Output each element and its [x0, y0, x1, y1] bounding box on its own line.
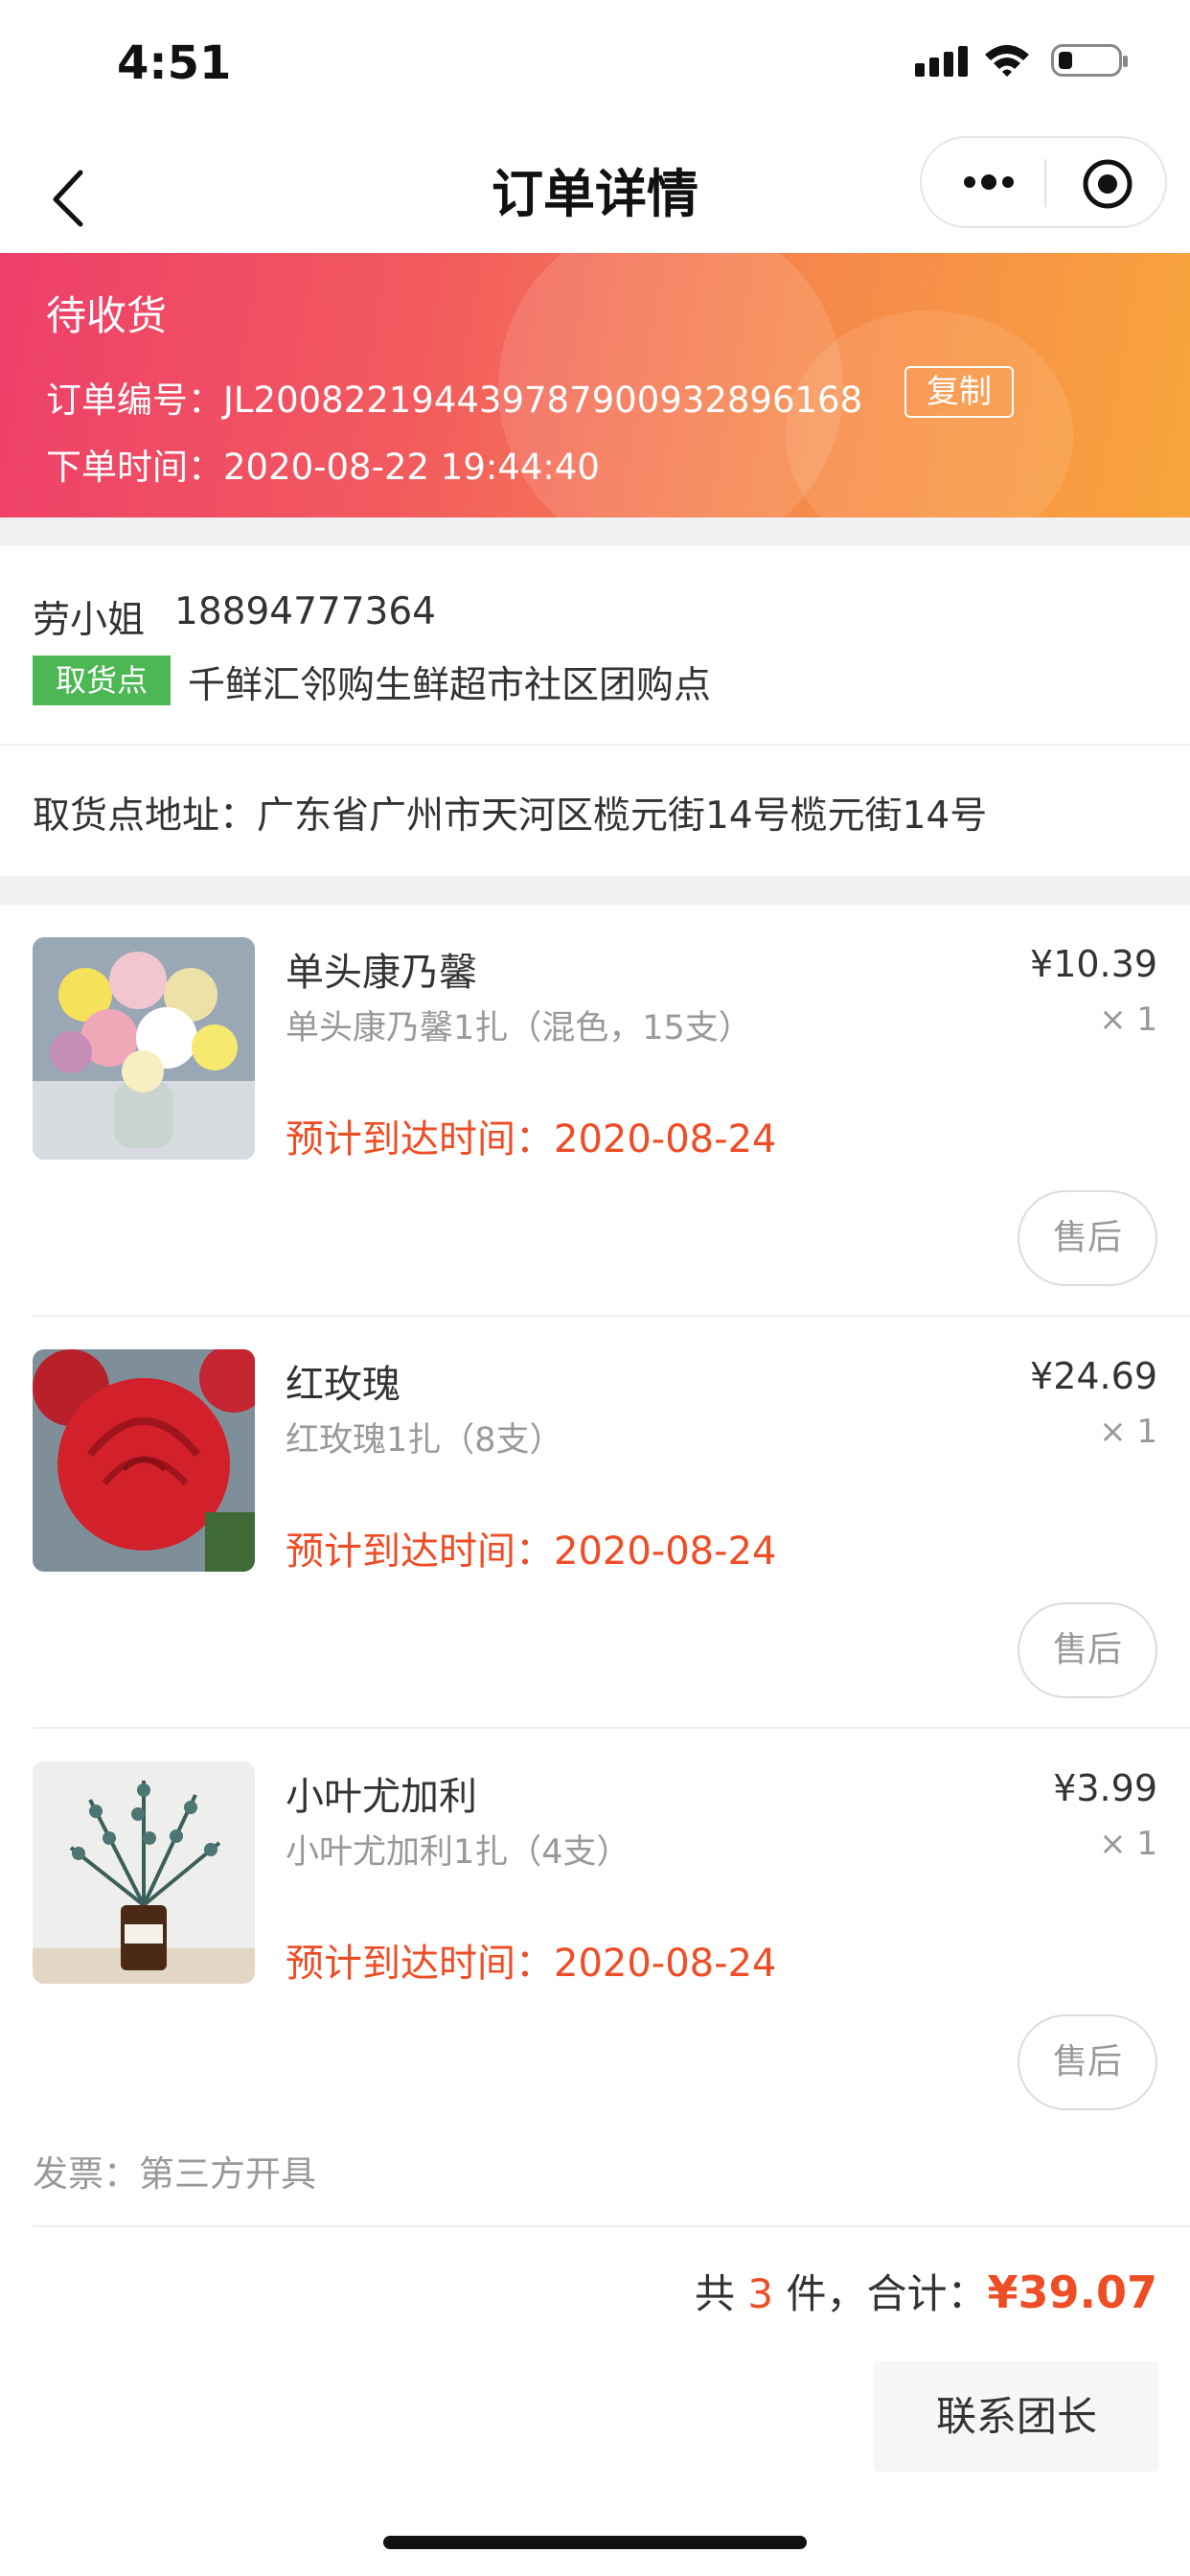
- recipient-phone: 18894777364: [174, 590, 436, 633]
- product-quantity: × 1: [1099, 1000, 1157, 1039]
- after-sale-button[interactable]: 售后: [1018, 1602, 1157, 1698]
- more-dots-icon[interactable]: [960, 165, 1018, 199]
- product-image-red-rose[interactable]: [33, 1349, 255, 1572]
- order-status: 待收货: [46, 292, 168, 339]
- product-price: ¥3.99: [1053, 1767, 1157, 1809]
- recipient-name: 劳小姐: [33, 599, 146, 642]
- after-sale-button[interactable]: 售后: [1018, 2014, 1157, 2110]
- total-amount: ¥39.07: [987, 2266, 1157, 2318]
- item-count: 3: [747, 2270, 774, 2317]
- product-eta: 预计到达时间：2020-08-24: [286, 1942, 777, 1986]
- close-target-icon[interactable]: [1081, 157, 1134, 211]
- contact-leader-button[interactable]: 联系团长: [874, 2361, 1159, 2472]
- after-sale-button[interactable]: 售后: [1018, 1190, 1157, 1286]
- order-number: 订单编号：JL200822194439787900932896168: [46, 380, 863, 421]
- mini-program-capsule: [920, 136, 1167, 228]
- product-quantity: × 1: [1099, 1825, 1157, 1863]
- product-eta: 预计到达时间：2020-08-24: [286, 1530, 777, 1574]
- home-indicator: [383, 2536, 807, 2549]
- battery-icon: [1051, 44, 1128, 77]
- order-total: 共 3 件，合计：¥39.07: [695, 2266, 1157, 2318]
- divider: [33, 1315, 1190, 1317]
- product-eta: 预计到达时间：2020-08-24: [286, 1117, 777, 1162]
- product-name: 红玫瑰: [286, 1363, 400, 1407]
- product-price: ¥10.39: [1030, 943, 1157, 985]
- order-number-value: JL200822194439787900932896168: [223, 380, 863, 421]
- pickup-point-name: 千鲜汇邻购生鲜超市社区团购点: [188, 664, 712, 707]
- product-image-carnation[interactable]: [33, 937, 255, 1160]
- product-spec: 小叶尤加利1扎（4支）: [286, 1833, 630, 1872]
- pickup-address: 取货点地址：广东省广州市天河区榄元街14号榄元街14号: [33, 794, 988, 838]
- capsule-divider: [1044, 159, 1046, 207]
- invoice-info: 发票：第三方开具: [33, 2153, 316, 2195]
- product-spec: 单头康乃馨1扎（混色，15支）: [286, 1009, 752, 1047]
- product-quantity: × 1: [1099, 1413, 1157, 1451]
- divider: [33, 1727, 1190, 1729]
- product-image-eucalyptus[interactable]: [33, 1761, 255, 1984]
- section-gap: [0, 876, 1190, 905]
- pickup-tag: 取货点: [33, 656, 171, 705]
- product-spec: 红玫瑰1扎（8支）: [286, 1421, 563, 1460]
- product-price: ¥24.69: [1030, 1355, 1157, 1397]
- wifi-icon: [985, 45, 1029, 77]
- divider: [33, 2225, 1190, 2227]
- status-time: 4:51: [117, 36, 232, 90]
- cellular-signal-icon: [915, 46, 968, 77]
- product-name: 小叶尤加利: [286, 1775, 477, 1819]
- section-gap: [0, 518, 1190, 546]
- copy-button[interactable]: 复制: [904, 366, 1014, 418]
- divider: [0, 744, 1190, 746]
- order-time-value: 2020-08-22 19:44:40: [223, 447, 600, 488]
- product-name: 单头康乃馨: [286, 951, 477, 995]
- order-time: 下单时间：2020-08-22 19:44:40: [46, 447, 600, 488]
